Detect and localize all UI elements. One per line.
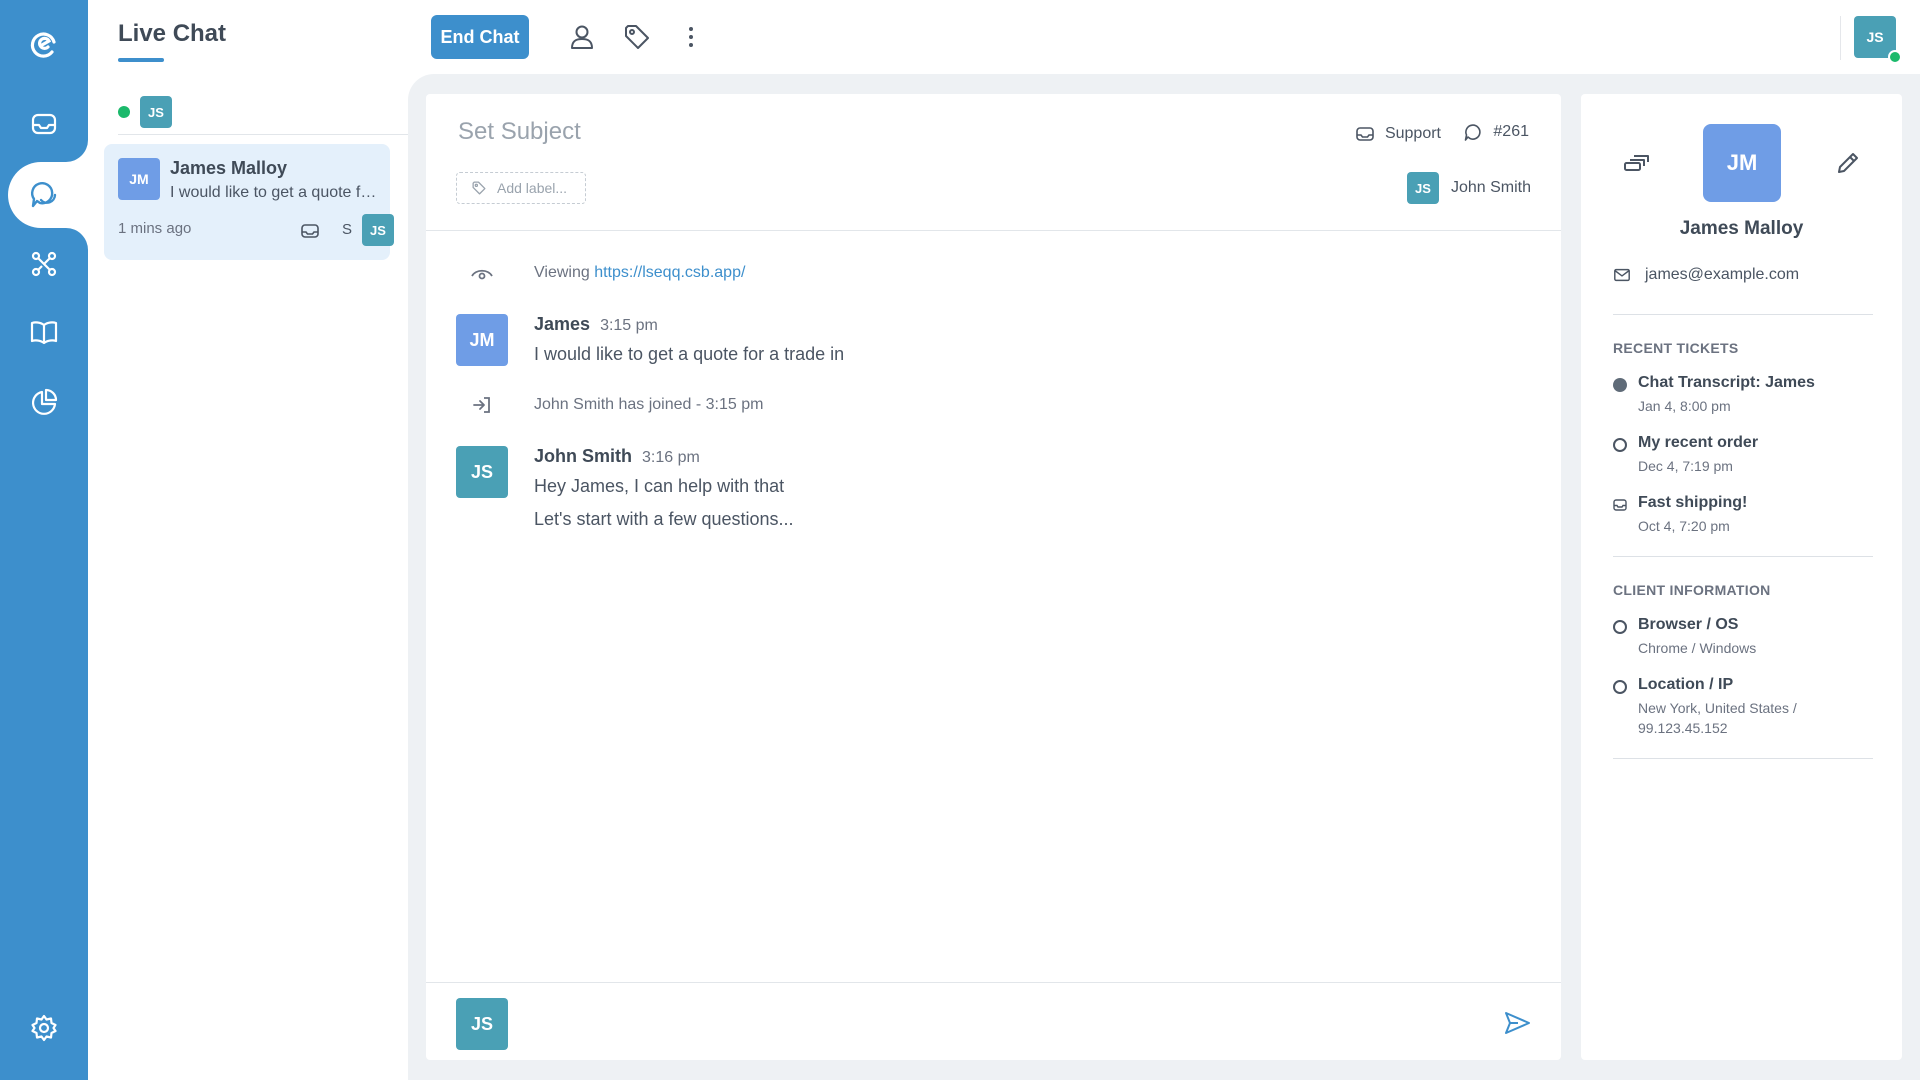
mail-icon [1614, 268, 1630, 282]
assignee-selector[interactable]: JS John Smith [1406, 172, 1531, 204]
client-information-heading: CLIENT INFORMATION [1613, 582, 1771, 598]
settings-icon[interactable] [0, 1000, 88, 1056]
ticket-status-open-icon [1613, 438, 1627, 452]
divider [426, 982, 1561, 983]
tag-icon [472, 181, 486, 195]
ticket-date: Dec 4, 7:19 pm [1638, 458, 1733, 474]
conversation-time: 1 mins ago [118, 220, 192, 237]
ticket-status-filled-icon [1613, 378, 1627, 392]
add-label-button[interactable]: Add label... [456, 172, 586, 204]
title-underline [118, 58, 164, 62]
end-chat-button[interactable]: End Chat [431, 15, 529, 59]
send-icon[interactable] [1502, 1008, 1532, 1038]
viewing-url-link[interactable]: https://lseqq.csb.app/ [594, 264, 745, 281]
inbox-icon [301, 224, 319, 238]
client-info-value: Chrome / Windows [1638, 640, 1757, 656]
ticket-title: Chat Transcript: James [1638, 374, 1815, 391]
conversation-preview: I would like to get a quote for a trade … [170, 184, 378, 201]
chat-icon[interactable] [8, 167, 80, 223]
ticket-date: Oct 4, 7:20 pm [1638, 518, 1730, 534]
message-header: James 3:15 pm [534, 314, 658, 335]
client-info-value: New York, United States / 99.123.45.152 [1638, 700, 1797, 736]
assignee-avatar: JS [1406, 172, 1439, 204]
chat-panel: Set Subject Add label... Support #261 JS… [426, 94, 1561, 1060]
divider [1840, 16, 1841, 60]
subject-field[interactable]: Set Subject [458, 118, 581, 146]
divider [1613, 314, 1873, 315]
message-author-avatar: JM [456, 314, 508, 366]
join-event: John Smith has joined - 3:15 pm [534, 396, 764, 413]
online-status-dot [118, 106, 130, 118]
ticket-title: My recent order [1638, 434, 1759, 451]
contact-avatar: JM [1703, 124, 1781, 202]
ticket-date: Jan 4, 8:00 pm [1638, 398, 1731, 414]
message-author: John Smith [534, 446, 632, 466]
inbox-icon [1356, 127, 1374, 141]
eye-icon [471, 269, 493, 280]
contact-email-text: james@example.com [1645, 266, 1800, 283]
contact-details-panel: JM James Malloy james@example.com RECENT… [1581, 94, 1902, 1060]
divider [1613, 758, 1873, 759]
message-time: 3:16 pm [642, 449, 700, 466]
ticket-number-text: #261 [1493, 123, 1529, 140]
rail-active-curve [60, 134, 88, 162]
online-status-dot [1888, 50, 1902, 64]
ticket-number: #261 [1463, 122, 1529, 142]
message-author-avatar: JS [456, 446, 508, 498]
contact-avatar: JM [118, 158, 160, 200]
bullet-icon [1613, 680, 1627, 694]
knowledge-base-icon[interactable] [0, 304, 88, 360]
inbox-selector[interactable]: Support [1355, 124, 1441, 144]
contact-name: James Malloy [1679, 218, 1804, 239]
inbox-icon [1613, 499, 1627, 511]
more-options-icon[interactable] [676, 22, 706, 52]
ticket-title: Fast shipping! [1638, 494, 1748, 511]
app-sidebar [0, 0, 88, 1080]
composer-avatar: JS [456, 998, 508, 1050]
assignee-name: John Smith [1450, 179, 1531, 196]
sign-in-icon [473, 397, 490, 413]
divider [118, 134, 408, 135]
viewing-prefix: Viewing [534, 264, 590, 281]
inbox-letter: S [342, 221, 353, 238]
inbox-name: Support [1384, 125, 1441, 142]
conversation-item[interactable]: JM James Malloy I would like to get a qu… [104, 144, 394, 260]
add-label-text: Add label... [497, 180, 568, 196]
client-info-label: Browser / OS [1638, 616, 1739, 633]
tag-icon[interactable] [622, 22, 652, 52]
conversation-contact-name: James Malloy [170, 158, 288, 178]
message-input[interactable] [526, 1000, 1426, 1048]
message-author: James [534, 314, 591, 334]
conversation-list-panel: Live Chat JS JM James Malloy I would lik… [88, 0, 408, 1080]
logo-icon[interactable] [0, 18, 88, 74]
contact-email[interactable]: james@example.com [1613, 266, 1799, 284]
workflow-icon[interactable] [0, 236, 88, 292]
assignee-avatar: JS [362, 214, 394, 246]
message-text: I would like to get a quote for a trade … [534, 344, 845, 364]
divider [426, 230, 1561, 231]
recent-tickets-heading: RECENT TICKETS [1613, 340, 1739, 356]
agent-filter-avatar[interactable]: JS [140, 96, 172, 128]
edit-icon[interactable] [1833, 148, 1863, 178]
message-text: Hey James, I can help with that [534, 476, 785, 496]
client-info-label: Location / IP [1638, 676, 1734, 693]
viewing-event: Viewing https://lseqq.csb.app/ [534, 264, 745, 282]
message-time: 3:15 pm [600, 317, 658, 334]
bullet-icon [1613, 620, 1627, 634]
message-text: Let's start with a few questions... [534, 509, 794, 529]
user-icon[interactable] [567, 22, 597, 52]
reports-icon[interactable] [0, 374, 88, 430]
message-header: John Smith 3:16 pm [534, 446, 700, 467]
divider [1613, 556, 1873, 557]
page-title: Live Chat [118, 20, 227, 47]
chat-bubble-icon [1465, 124, 1482, 141]
merge-contacts-icon[interactable] [1621, 148, 1651, 178]
